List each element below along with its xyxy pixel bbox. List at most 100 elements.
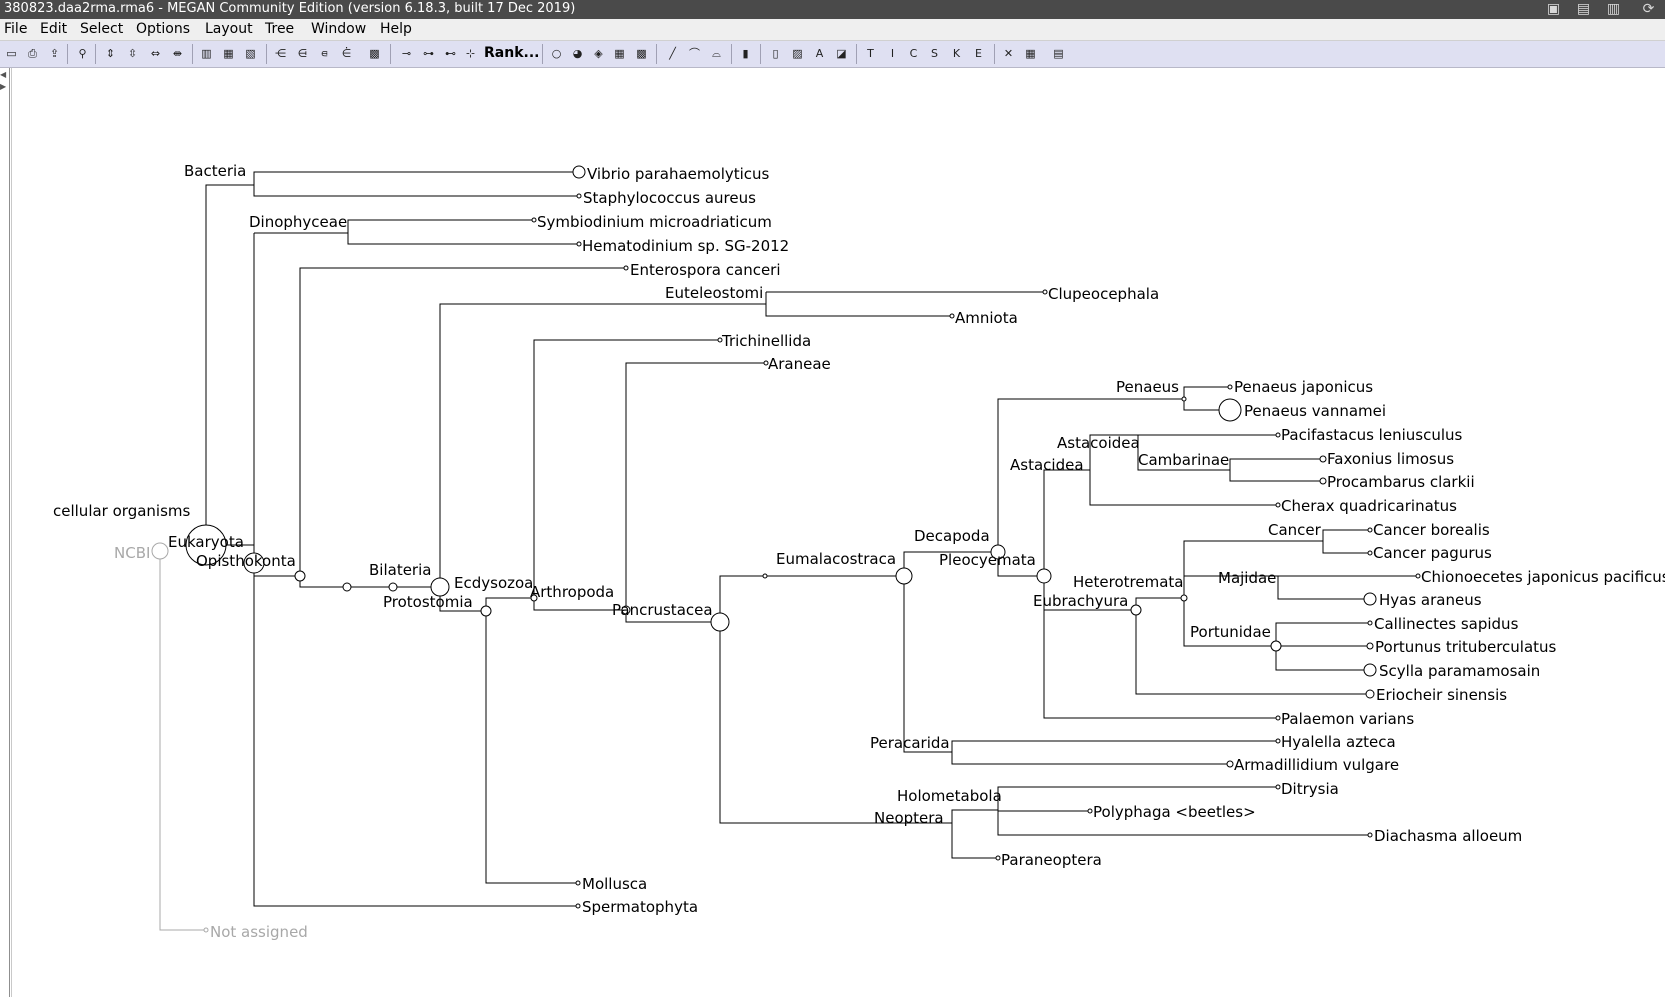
label-neoptera[interactable]: Neoptera	[874, 809, 944, 827]
node-cherax[interactable]	[1275, 502, 1281, 508]
label-not-assigned[interactable]: Not assigned	[210, 923, 308, 941]
node-enterospora[interactable]	[623, 265, 629, 271]
node-protostomia[interactable]	[480, 605, 492, 617]
label-armadillidium[interactable]: Armadillidium vulgare	[1234, 756, 1399, 774]
node-pacifastacus[interactable]	[1275, 432, 1281, 438]
node-spermatophyta[interactable]	[575, 903, 581, 909]
label-eubrachyura[interactable]: Eubrachyura	[1033, 592, 1128, 610]
label-spermatophyta[interactable]: Spermatophyta	[582, 898, 698, 916]
node-paraneoptera[interactable]	[995, 855, 1001, 861]
node-hyalella[interactable]	[1275, 738, 1281, 744]
node-chionoecetes[interactable]	[1415, 573, 1421, 579]
node-bilateria[interactable]	[388, 582, 398, 592]
label-arthropoda[interactable]: Arthropoda	[530, 583, 614, 601]
label-vibrio[interactable]: Vibrio parahaemolyticus	[587, 165, 770, 183]
label-bacteria[interactable]: Bacteria	[184, 162, 246, 180]
node-hyas[interactable]	[1363, 592, 1377, 606]
node-intermediate-a[interactable]	[342, 582, 352, 592]
label-cellular-organisms[interactable]: cellular organisms	[53, 502, 191, 520]
label-opisthokonta[interactable]: Opisthokonta	[196, 552, 296, 570]
label-faxonius[interactable]: Faxonius limosus	[1327, 450, 1454, 468]
node-hematodinium[interactable]	[576, 241, 582, 247]
label-cambarinae[interactable]: Cambarinae	[1138, 451, 1229, 469]
label-polyphaga[interactable]: Polyphaga <beetles>	[1093, 803, 1256, 821]
label-protostomia[interactable]: Protostomia	[383, 593, 473, 611]
label-portunus[interactable]: Portunus trituberculatus	[1375, 638, 1557, 656]
label-diachasma[interactable]: Diachasma alloeum	[1374, 827, 1522, 845]
node-mollusca[interactable]	[575, 880, 581, 886]
node-polyphaga[interactable]	[1087, 808, 1093, 814]
node-pleocyemata[interactable]	[1036, 568, 1052, 584]
label-pleocyemata[interactable]: Pleocyemata	[939, 551, 1036, 569]
node-cancer-pagurus[interactable]	[1367, 550, 1373, 556]
label-hematodinium[interactable]: Hematodinium sp. SG-2012	[582, 237, 789, 255]
node-scylla[interactable]	[1363, 663, 1377, 677]
label-heterotremata[interactable]: Heterotremata	[1073, 573, 1183, 591]
label-pacifastacus[interactable]: Pacifastacus leniusculus	[1281, 426, 1462, 444]
label-eriocheir[interactable]: Eriocheir sinensis	[1376, 686, 1507, 704]
node-opisthokonta-child[interactable]	[294, 570, 306, 582]
node-symbiodinium[interactable]	[531, 217, 537, 223]
label-bilateria[interactable]: Bilateria	[369, 561, 431, 579]
label-decapoda[interactable]: Decapoda	[914, 527, 990, 545]
label-penaeus-vannamei[interactable]: Penaeus vannamei	[1244, 402, 1386, 420]
label-araneae[interactable]: Araneae	[768, 355, 831, 373]
label-symbiodinium[interactable]: Symbiodinium microadriaticum	[537, 213, 772, 231]
node-diachasma[interactable]	[1367, 832, 1373, 838]
node-heterotremata[interactable]	[1180, 594, 1188, 602]
label-penaeus[interactable]: Penaeus	[1116, 378, 1179, 396]
node-callinectes[interactable]	[1367, 620, 1373, 626]
label-amniota[interactable]: Amniota	[955, 309, 1018, 327]
node-portunus[interactable]	[1366, 642, 1374, 650]
label-cancer-pagurus[interactable]: Cancer pagurus	[1373, 544, 1492, 562]
label-hyalella[interactable]: Hyalella azteca	[1281, 733, 1396, 751]
label-penaeus-japonicus[interactable]: Penaeus japonicus	[1234, 378, 1373, 396]
node-not-assigned[interactable]	[203, 927, 209, 933]
label-cancer-borealis[interactable]: Cancer borealis	[1373, 521, 1490, 539]
node-eumalacostraca-mid[interactable]	[762, 573, 768, 579]
label-eukaryota[interactable]: Eukaryota	[168, 533, 244, 551]
node-cancer-borealis[interactable]	[1367, 527, 1373, 533]
node-palaemon[interactable]	[1275, 715, 1281, 721]
label-astacoidea[interactable]: Astacoidea	[1057, 434, 1140, 452]
label-procambarus[interactable]: Procambarus clarkii	[1327, 473, 1475, 491]
label-euteleostomi[interactable]: Euteleostomi	[665, 284, 763, 302]
label-trichinellida[interactable]: Trichinellida	[721, 332, 811, 350]
label-cancer[interactable]: Cancer	[1268, 521, 1322, 539]
node-pancrustacea[interactable]	[710, 612, 730, 632]
label-chionoecetes[interactable]: Chionoecetes japonicus pacificus	[1421, 568, 1665, 586]
node-ncbi[interactable]	[151, 542, 169, 560]
node-penaeus-japonicus[interactable]	[1227, 384, 1233, 390]
node-procambarus[interactable]	[1319, 477, 1327, 485]
label-hyas[interactable]: Hyas araneus	[1379, 591, 1482, 609]
label-clupeocephala[interactable]: Clupeocephala	[1048, 285, 1159, 303]
node-ditrysia[interactable]	[1275, 784, 1281, 790]
label-peracarida[interactable]: Peracarida	[870, 734, 950, 752]
label-enterospora[interactable]: Enterospora canceri	[630, 261, 781, 279]
node-staph[interactable]	[576, 193, 582, 199]
node-eumalacostraca[interactable]	[895, 567, 913, 585]
node-penaeus-vannamei[interactable]	[1218, 398, 1242, 422]
label-eumalacostraca[interactable]: Eumalacostraca	[776, 550, 896, 568]
label-scylla[interactable]: Scylla paramamosain	[1379, 662, 1540, 680]
node-vibrio[interactable]	[572, 165, 586, 179]
label-pancrustacea[interactable]: Pancrustacea	[612, 601, 713, 619]
label-dinophyceae[interactable]: Dinophyceae	[249, 213, 347, 231]
label-ncbi[interactable]: NCBI	[114, 544, 150, 562]
node-armadillidium[interactable]	[1226, 760, 1234, 768]
node-clupeocephala[interactable]	[1042, 289, 1048, 295]
label-cherax[interactable]: Cherax quadricarinatus	[1281, 497, 1457, 515]
node-faxonius[interactable]	[1319, 455, 1327, 463]
label-holometabola[interactable]: Holometabola	[897, 787, 1002, 805]
node-eubrachyura[interactable]	[1130, 604, 1142, 616]
label-mollusca[interactable]: Mollusca	[582, 875, 647, 893]
label-portunidae[interactable]: Portunidae	[1190, 623, 1271, 641]
label-ditrysia[interactable]: Ditrysia	[1281, 780, 1339, 798]
label-staph[interactable]: Staphylococcus aureus	[583, 189, 756, 207]
label-majidae[interactable]: Majidae	[1218, 569, 1276, 587]
node-penaeus[interactable]	[1181, 396, 1187, 402]
label-paraneoptera[interactable]: Paraneoptera	[1001, 851, 1102, 869]
label-callinectes[interactable]: Callinectes sapidus	[1374, 615, 1519, 633]
node-portunidae[interactable]	[1270, 640, 1282, 652]
label-palaemon[interactable]: Palaemon varians	[1281, 710, 1414, 728]
